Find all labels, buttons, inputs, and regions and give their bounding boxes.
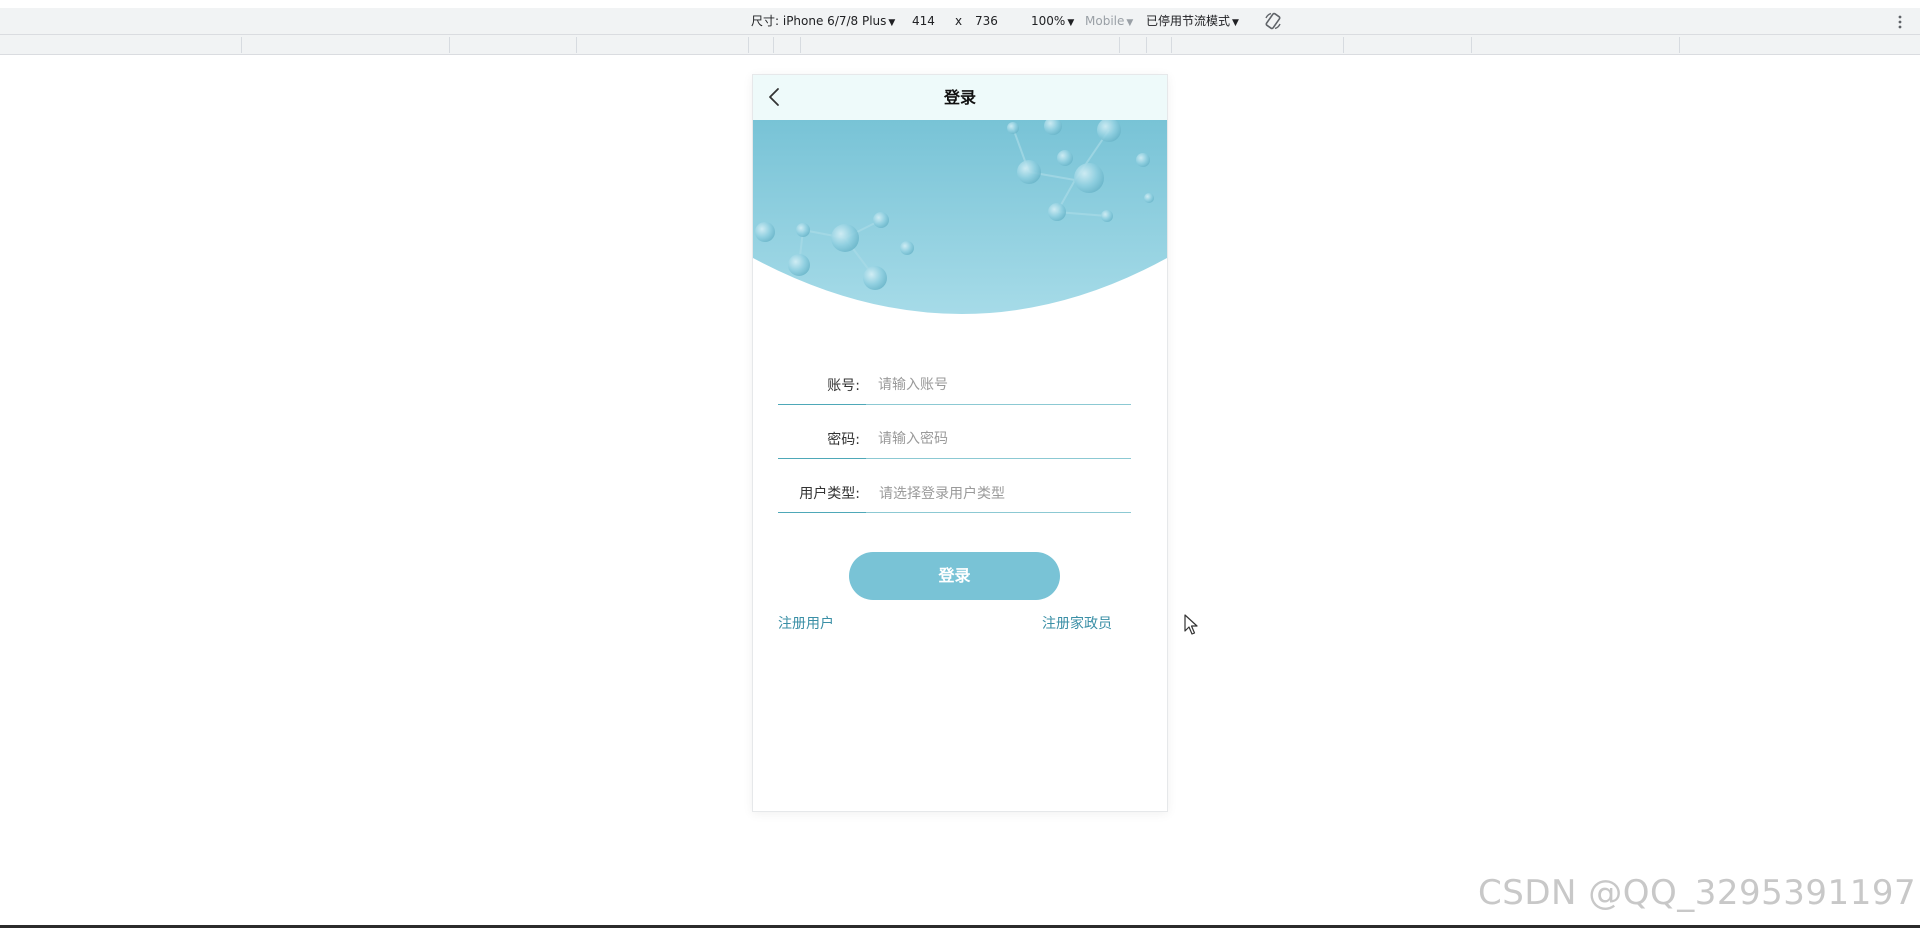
- user-type-label: 用户类型:: [799, 486, 860, 502]
- watermark: CSDN @QQ_3295391197: [1478, 873, 1917, 913]
- ruler-tick: [800, 37, 801, 53]
- user-type-select[interactable]: 请选择登录用户类型: [879, 483, 1005, 503]
- zoom-label: 100%: [1031, 14, 1066, 28]
- ruler-tick: [1146, 37, 1147, 53]
- underline-accent: [778, 458, 866, 459]
- user-type-row[interactable]: 用户类型: 请选择登录用户类型: [778, 473, 1131, 513]
- media-query-ruler[interactable]: [0, 35, 1920, 55]
- ruler-tick: [748, 37, 749, 53]
- banner-image: [753, 120, 1167, 314]
- caret-down-icon: ▼: [1067, 18, 1075, 28]
- login-form: 账号: 密码: 用户类型: 请选择登录用户类型: [778, 365, 1131, 527]
- ruler-tick: [576, 37, 577, 53]
- device-select[interactable]: 尺寸: iPhone 6/7/8 Plus ▼: [751, 14, 895, 31]
- login-button[interactable]: 登录: [849, 552, 1060, 600]
- ruler-tick: [1119, 37, 1120, 53]
- more-vert-icon[interactable]: [1896, 12, 1904, 32]
- underline-accent: [778, 512, 866, 513]
- ruler-tick: [449, 37, 450, 53]
- ruler-tick: [1343, 37, 1344, 53]
- caret-down-icon: ▼: [1232, 18, 1239, 28]
- account-row: 账号:: [778, 365, 1131, 405]
- device-label: 尺寸: iPhone 6/7/8 Plus: [751, 14, 887, 28]
- account-label: 账号:: [827, 378, 860, 394]
- ruler-tick: [1171, 37, 1172, 53]
- ruler-tick: [1679, 37, 1680, 53]
- width-input[interactable]: 414: [912, 14, 935, 29]
- throttle-select[interactable]: 已停用节流模式 ▼: [1146, 14, 1239, 31]
- rotate-icon[interactable]: [1263, 11, 1283, 31]
- register-housekeeper-link[interactable]: 注册家政员: [1042, 613, 1112, 633]
- screen: 尺寸: iPhone 6/7/8 Plus ▼ 414 x 736 100% ▼ M…: [0, 0, 1920, 928]
- register-user-link[interactable]: 注册用户: [778, 613, 834, 633]
- mode-label: Mobile: [1085, 14, 1125, 28]
- underline-accent: [778, 404, 866, 405]
- account-input[interactable]: [878, 371, 1128, 399]
- ruler-tick: [241, 37, 242, 53]
- height-input[interactable]: 736: [975, 14, 998, 29]
- caret-down-icon: ▼: [1126, 18, 1134, 28]
- ruler-tick: [773, 37, 774, 53]
- device-toolbar: 尺寸: iPhone 6/7/8 Plus ▼ 414 x 736 100% ▼ M…: [0, 8, 1920, 35]
- password-row: 密码:: [778, 419, 1131, 459]
- throttle-label: 已停用节流模式: [1146, 14, 1231, 28]
- password-input[interactable]: [878, 425, 1128, 453]
- mode-select[interactable]: Mobile ▼: [1085, 14, 1133, 31]
- browser-top-strip: [0, 0, 1920, 8]
- password-label: 密码:: [827, 432, 860, 448]
- nav-bar: 登录: [753, 75, 1167, 120]
- caret-down-icon: ▼: [888, 18, 896, 28]
- ruler-tick: [1471, 37, 1472, 53]
- mouse-cursor-icon: [1184, 614, 1198, 635]
- zoom-select[interactable]: 100% ▼: [1031, 14, 1074, 31]
- dimension-separator: x: [955, 14, 963, 28]
- page-title: 登录: [943, 88, 976, 107]
- mobile-viewport: 登录 账号: 请输入账号 密码: 用户类型: 请选择登录用户类型 登录 注册用户…: [752, 74, 1168, 812]
